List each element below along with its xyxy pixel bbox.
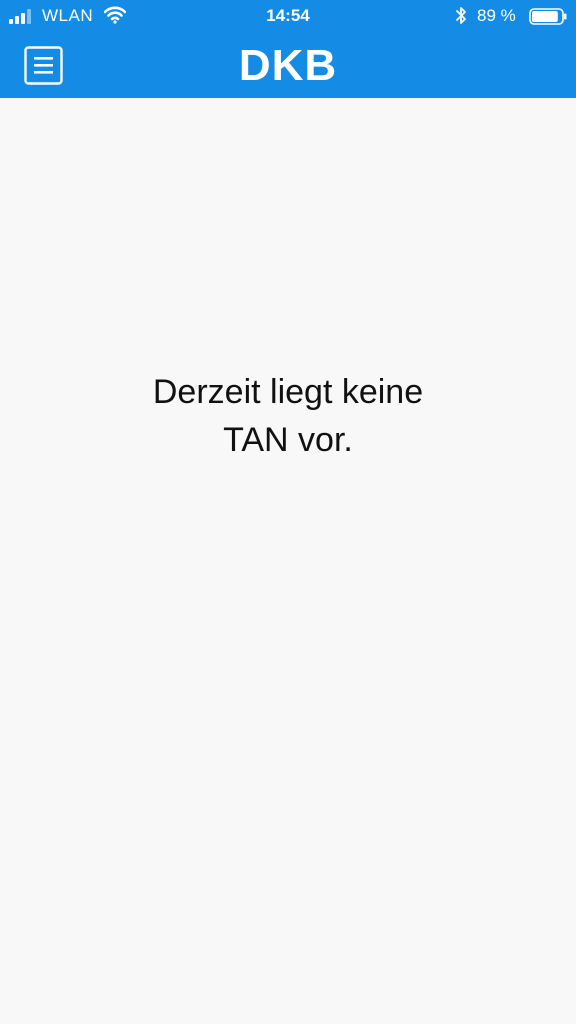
battery-icon [529,8,567,25]
top-bar: WLAN 14:54 89 % DKB [0,0,576,98]
message-line-1: Derzeit liegt keine [152,373,424,411]
message-line-2: TAN vor. [223,421,353,459]
bluetooth-icon [456,7,466,24]
app-screen: WLAN 14:54 89 % DKB Derzeit liegt keine … [0,0,576,1024]
status-bar: WLAN 14:54 89 % [0,0,576,32]
battery-percent: 89 % [477,6,516,25]
dkb-logo: DKB [238,41,338,90]
empty-state-message: Derzeit liegt keine TAN vor. [88,368,488,464]
